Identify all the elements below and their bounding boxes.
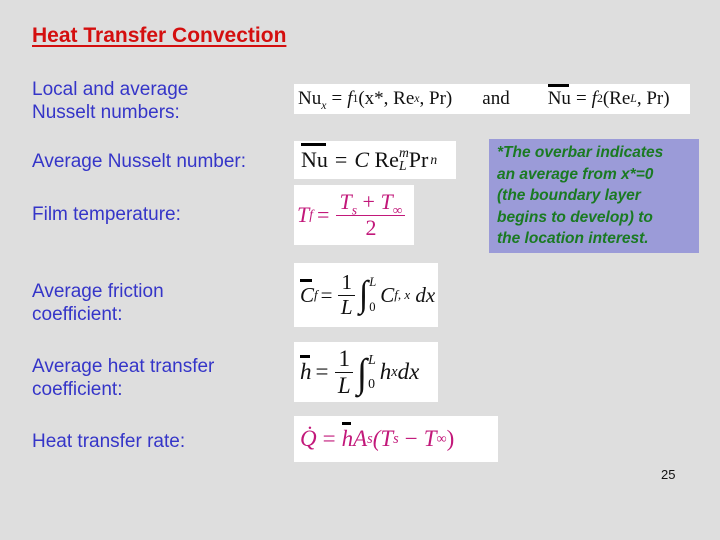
label-film-temperature: Film temperature: xyxy=(32,204,181,225)
nu-average: Nu xyxy=(301,143,328,172)
slide-title: Heat Transfer Convection xyxy=(32,24,287,47)
overbar-note: *The overbar indicates an average from x… xyxy=(489,139,699,253)
label-average-friction-coefficient: Average friction coefficient: xyxy=(32,281,164,325)
formula-nusselt-local-average: Nux = f1 (x*, Re x, Pr) and Nu = f2 (Re L,… xyxy=(294,84,690,114)
label-heat-transfer-rate: Heat transfer rate: xyxy=(32,431,186,452)
nu-x: Nux xyxy=(298,88,327,112)
film-temperature-fraction: Ts + T∞ 2 xyxy=(336,190,406,239)
page-number: 25 xyxy=(661,467,676,482)
formula-film-temperature: Tf = Ts + T∞ 2 xyxy=(294,185,414,245)
label-average-heat-transfer-coefficient: Average heat transfer coefficient: xyxy=(32,356,215,400)
and-connector: and xyxy=(482,88,510,109)
label-local-average-nusselt: Local and average Nusselt numbers: xyxy=(32,79,189,123)
nu-average: Nu xyxy=(547,84,571,109)
integral-sign: ∫ xyxy=(358,274,369,315)
formula-average-friction: Cf = 1L ∫ L0 Cf, x dx xyxy=(294,263,438,327)
formula-heat-transfer-rate: Q̇ = hAs (T s − T ∞) xyxy=(294,416,498,462)
label-average-nusselt: Average Nusselt number: xyxy=(32,151,247,172)
formula-average-nusselt: Nu = C Re mL Pr n xyxy=(294,141,456,179)
integral-sign: ∫ xyxy=(356,349,368,395)
formula-average-heat-transfer-coefficient: h = 1L ∫ L0 h x dx xyxy=(294,342,438,402)
